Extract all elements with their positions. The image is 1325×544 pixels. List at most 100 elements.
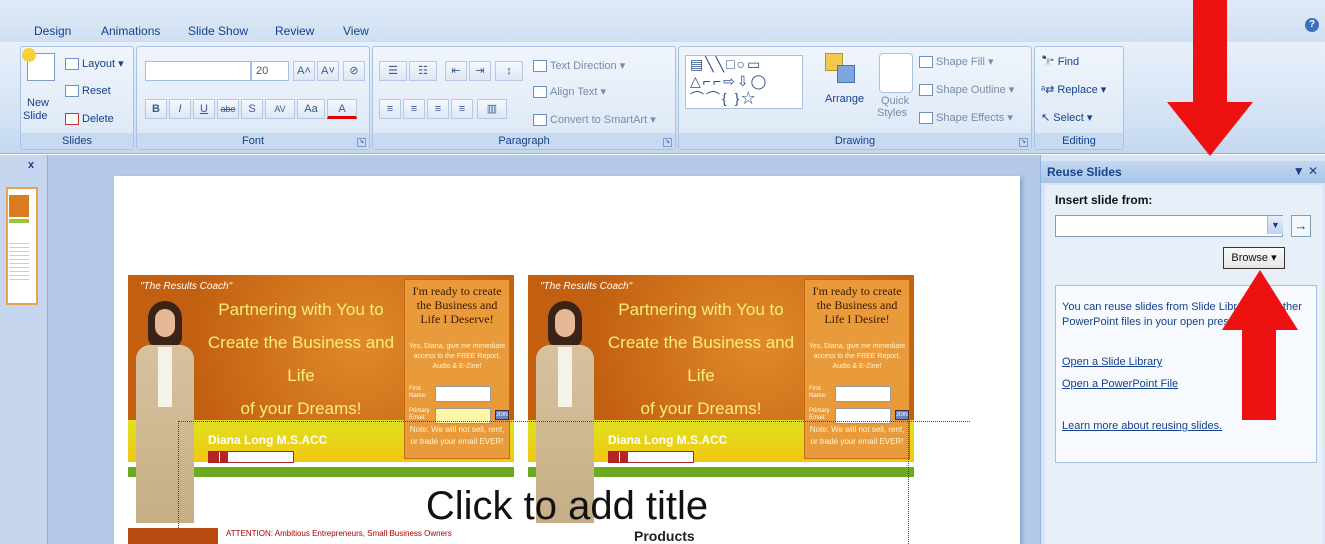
delete-label: Delete bbox=[82, 113, 114, 125]
drawing-dialog-launcher-icon[interactable]: ↘ bbox=[1019, 138, 1028, 147]
shape-fill-button[interactable]: Shape Fill ▾ bbox=[919, 55, 994, 69]
replace-button[interactable]: ᵃ⇄ Replace ▾ bbox=[1041, 83, 1106, 96]
grow-font-button[interactable]: A˄ bbox=[293, 61, 315, 81]
strikethrough-button[interactable]: abe bbox=[217, 99, 239, 119]
slide-canvas[interactable]: "The Results Coach" Partnering with You … bbox=[114, 176, 1020, 544]
first-name-field bbox=[835, 386, 891, 402]
clear-format-icon[interactable]: ⊘ bbox=[343, 61, 365, 81]
effects-icon bbox=[919, 112, 933, 125]
tab-design[interactable]: Design bbox=[34, 24, 71, 38]
optin-box: I'm ready to create the Business and Lif… bbox=[804, 279, 910, 459]
change-case-button[interactable]: Aa bbox=[297, 99, 325, 119]
chevron-down-icon[interactable]: ▼ bbox=[1267, 216, 1283, 234]
bullets-icon[interactable]: ☰ bbox=[379, 61, 407, 81]
binoculars-icon: 🔭 bbox=[1041, 56, 1055, 68]
privacy-note: Note: We will not sell, rent, or trade y… bbox=[809, 425, 905, 446]
align-text-button[interactable]: Align Text ▾ bbox=[533, 85, 606, 99]
new-slide-button[interactable]: New bbox=[27, 97, 49, 109]
go-arrow-button[interactable]: → bbox=[1291, 215, 1311, 237]
optin-box: I'm ready to create the Business and Lif… bbox=[404, 279, 510, 459]
font-dialog-launcher-icon[interactable]: ↘ bbox=[357, 138, 366, 147]
new-slide-dropdown[interactable]: Slide bbox=[23, 110, 47, 122]
open-powerpoint-file-link[interactable]: Open a PowerPoint File bbox=[1062, 378, 1178, 390]
tab-review[interactable]: Review bbox=[275, 24, 314, 38]
insert-slide-label: Insert slide from: bbox=[1055, 193, 1153, 207]
font-name-field[interactable] bbox=[145, 61, 251, 81]
numbering-icon[interactable]: ☷ bbox=[409, 61, 437, 81]
close-pane-icon[interactable]: x bbox=[28, 159, 34, 171]
paragraph-group-label: Paragraph bbox=[373, 133, 675, 149]
select-button[interactable]: ↖ Select ▾ bbox=[1041, 111, 1092, 124]
insert-slide-combobox[interactable] bbox=[1055, 215, 1283, 237]
char-spacing-button[interactable]: AV bbox=[265, 99, 295, 119]
headline-line: Create the Business and Life bbox=[207, 333, 395, 385]
title-placeholder[interactable]: Click to add title bbox=[114, 484, 1020, 529]
red-arrow-up-icon bbox=[1222, 270, 1298, 420]
font-size-field[interactable]: 20 bbox=[251, 61, 289, 81]
find-button[interactable]: 🔭 Find bbox=[1041, 55, 1079, 68]
bold-button[interactable]: B bbox=[145, 99, 167, 119]
slides-group-label: Slides bbox=[21, 133, 133, 149]
shrink-font-button[interactable]: A˅ bbox=[317, 61, 339, 81]
shape-effects-button[interactable]: Shape Effects ▾ bbox=[919, 111, 1013, 125]
text-direction-button[interactable]: Text Direction ▾ bbox=[533, 59, 625, 73]
layout-icon bbox=[65, 58, 79, 71]
ribbon-tab-bar: Design Animations Slide Show Review View… bbox=[0, 0, 1325, 42]
email-label: Primary Email: bbox=[409, 408, 430, 421]
attention-text: ATTENTION: Ambitious Entrepreneurs, Smal… bbox=[226, 529, 452, 538]
line-spacing-icon[interactable]: ↕ bbox=[495, 61, 523, 81]
shadow-button[interactable]: S bbox=[241, 99, 263, 119]
privacy-note: Note: We will not sell, rent, or trade y… bbox=[409, 425, 505, 446]
find-label: Find bbox=[1057, 56, 1080, 68]
select-label: Select bbox=[1053, 112, 1084, 124]
columns-icon[interactable]: ▥ bbox=[477, 99, 507, 119]
browse-button[interactable]: Browse ▾ bbox=[1223, 247, 1285, 269]
headline-line: Partnering with You to bbox=[618, 300, 784, 319]
headline-line: Partnering with You to bbox=[218, 300, 384, 319]
join-button: JOIN bbox=[895, 410, 909, 420]
tab-view[interactable]: View bbox=[343, 24, 369, 38]
banner-headline: Partnering with You to Create the Busine… bbox=[194, 293, 408, 425]
cursor-icon: ↖ bbox=[1041, 112, 1051, 124]
align-center-icon[interactable]: ≡ bbox=[403, 99, 425, 119]
editing-group: 🔭 Find ᵃ⇄ Replace ▾ ↖ Select ▾ Editing bbox=[1034, 46, 1124, 150]
open-slide-library-link[interactable]: Open a Slide Library bbox=[1062, 356, 1162, 368]
slides-thumbnail-pane: x bbox=[0, 155, 48, 544]
quick-styles-button[interactable]: Quick bbox=[881, 95, 909, 107]
coach-tagline: "The Results Coach" bbox=[540, 281, 633, 292]
justify-icon[interactable]: ≡ bbox=[451, 99, 473, 119]
coach-name: Diana Long M.S.ACC bbox=[608, 433, 728, 447]
optin-text: Yes, Diana, give me immediate access to … bbox=[808, 343, 906, 370]
shapes-gallery[interactable]: ▤╲╲□○▭ △⌐⌐⇨⇩◯ ⌒⌒{ }☆ bbox=[685, 55, 803, 109]
italic-button[interactable]: I bbox=[169, 99, 191, 119]
convert-smartart-button[interactable]: Convert to SmartArt ▾ bbox=[533, 113, 656, 127]
decrease-indent-icon[interactable]: ⇤ bbox=[445, 61, 467, 81]
align-right-icon[interactable]: ≡ bbox=[427, 99, 449, 119]
convert-smartart-label: Convert to SmartArt bbox=[550, 114, 648, 126]
tab-animations[interactable]: Animations bbox=[101, 24, 160, 38]
audio-player bbox=[608, 451, 694, 463]
learn-more-link[interactable]: Learn more about reusing slides. bbox=[1062, 420, 1222, 432]
coach-name: Diana Long M.S.ACC bbox=[208, 433, 328, 447]
delete-button[interactable]: Delete bbox=[65, 113, 114, 126]
font-group-label: Font bbox=[137, 133, 369, 149]
arrange-button[interactable]: Arrange bbox=[825, 93, 864, 105]
underline-button[interactable]: U bbox=[193, 99, 215, 119]
font-color-button[interactable]: A bbox=[327, 99, 357, 119]
banner-headline: Partnering with You to Create the Busine… bbox=[594, 293, 808, 425]
reset-button[interactable]: Reset bbox=[65, 85, 111, 98]
tab-slide-show[interactable]: Slide Show bbox=[188, 24, 248, 38]
slide-thumbnail[interactable] bbox=[6, 187, 38, 305]
first-name-label: First Name: bbox=[409, 386, 427, 399]
audio-player bbox=[208, 451, 294, 463]
align-left-icon[interactable]: ≡ bbox=[379, 99, 401, 119]
shape-outline-button[interactable]: Shape Outline ▾ bbox=[919, 83, 1014, 97]
help-icon[interactable]: ? bbox=[1305, 18, 1319, 32]
reset-icon bbox=[65, 85, 79, 98]
increase-indent-icon[interactable]: ⇥ bbox=[469, 61, 491, 81]
layout-button[interactable]: Layout ▾ bbox=[65, 57, 124, 71]
paragraph-dialog-launcher-icon[interactable]: ↘ bbox=[663, 138, 672, 147]
quick-styles-icon bbox=[879, 53, 913, 93]
drawing-group: ▤╲╲□○▭ △⌐⌐⇨⇩◯ ⌒⌒{ }☆ Arrange Quick Styles … bbox=[678, 46, 1032, 150]
pane-close-icon[interactable]: ▼ ✕ bbox=[1293, 164, 1318, 178]
